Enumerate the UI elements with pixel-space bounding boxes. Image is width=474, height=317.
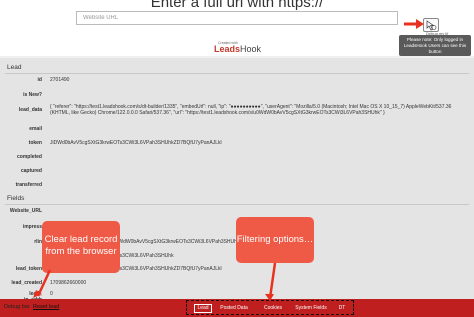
field-label: rlin: [34, 239, 42, 245]
lead-field-value: 2701490: [50, 77, 70, 83]
field-value: 1709862660000: [50, 280, 87, 286]
debug-icon: [426, 20, 437, 31]
lead-section-title: Lead: [7, 64, 22, 71]
lead-field-label: captured: [20, 168, 42, 174]
lead-field-label: transferred: [15, 182, 42, 188]
lead-section-divider: [5, 73, 469, 74]
lead-field-label: is New?: [23, 92, 42, 98]
brand-name-part2: Hook: [240, 44, 262, 54]
debug-tabs: Lead Posted Data Cookies System Fields D…: [186, 300, 354, 315]
clear-lead-callout: Clear lead record from the browser: [42, 221, 120, 273]
field-label: lead_token: [15, 266, 42, 272]
lead-field-label: lead_data: [18, 107, 42, 113]
page-heading: Enter a full url with https://: [150, 0, 324, 11]
website-url-input[interactable]: [76, 11, 398, 25]
field-label: Website_URL: [9, 208, 42, 214]
lead-field-label: token: [28, 140, 42, 146]
tab-dt[interactable]: DT: [334, 304, 350, 313]
filtering-callout: Filtering options…: [236, 217, 314, 263]
tab-lead[interactable]: Lead: [194, 304, 212, 313]
fields-section-title: Fields: [7, 195, 25, 202]
debug-bar: Debug bar Reset lead Lead Posted Data Co…: [0, 299, 474, 317]
tab-posted-data[interactable]: Posted Data: [216, 304, 252, 313]
tab-cookies[interactable]: Cookies: [260, 304, 286, 313]
lead-field-label: email: [29, 126, 42, 132]
brand-name-part1: Leads: [214, 44, 241, 54]
reset-lead-link[interactable]: Reset lead: [33, 304, 59, 310]
leadshook-logo: Created with LeadsHook: [214, 41, 262, 55]
debug-tooltip: Please note: Only logged in LeadsHook Us…: [399, 35, 471, 56]
field-label: impress: [22, 224, 42, 230]
page-header: Enter a full url with https:// Debug my …: [0, 0, 474, 56]
fields-section-divider: [5, 204, 469, 205]
field-label: lead_created: [11, 280, 42, 286]
field-value: 0: [50, 291, 53, 297]
tab-system-fields[interactable]: System Fields: [291, 304, 331, 313]
debug-bar-label: Debug bar: [4, 304, 30, 310]
lead-field-value: JiDWd0bAvV5cgSXtG3krwEOTs3CWi3L6VPah3SHU…: [50, 140, 222, 146]
lead-data-value: { "referer": "https://test1.leadshook.co…: [50, 104, 452, 116]
debug-button[interactable]: [423, 18, 439, 32]
lead-field-label: completed: [16, 154, 42, 160]
lead-field-label: id: [37, 77, 42, 83]
